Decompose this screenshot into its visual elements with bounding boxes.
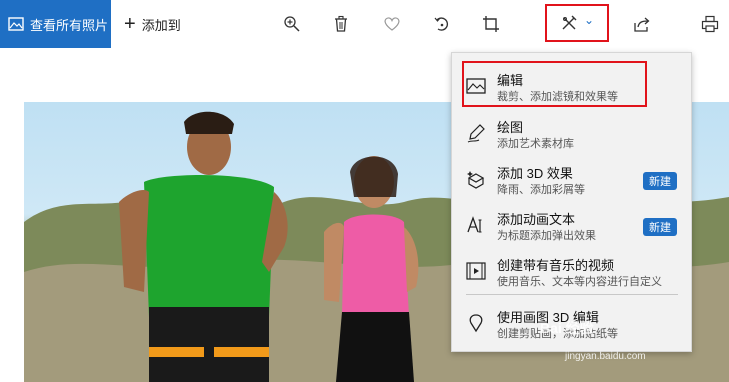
share-button[interactable] [630, 12, 654, 36]
video-icon [466, 262, 486, 280]
rotate-button[interactable] [430, 12, 454, 36]
menu-item-title: 添加动画文本 [497, 212, 576, 227]
edit-item-highlight [462, 61, 647, 107]
pen-icon [467, 124, 485, 143]
add-to-button[interactable]: + 添加到 [124, 12, 181, 36]
zoom-in-button[interactable] [280, 12, 304, 36]
chevron-down-icon: ⌄ [583, 13, 595, 27]
menu-item-animated-text[interactable]: 添加动画文本 为标题添加弹出效果 新建 [452, 205, 691, 249]
watermark-logo: Bai 经验 [540, 320, 594, 336]
menu-item-draw[interactable]: 绘图 添加艺术素材库 [452, 113, 691, 157]
menu-item-title: 绘图 [497, 120, 524, 135]
new-badge: 新建 [643, 218, 677, 236]
menu-item-title: 创建带有音乐的视频 [497, 258, 615, 273]
menu-item-subtitle: 添加艺术素材库 [497, 138, 574, 150]
new-badge: 新建 [643, 172, 677, 190]
crop-icon [483, 16, 499, 32]
share-icon [634, 17, 650, 32]
delete-button[interactable] [329, 12, 353, 36]
edit-create-button[interactable]: ⌄ [545, 4, 609, 42]
menu-divider [466, 294, 678, 295]
photos-icon [8, 17, 24, 31]
rotate-icon [434, 17, 449, 31]
menu-item-video-with-music[interactable]: 创建带有音乐的视频 使用音乐、文本等内容进行自定义 [452, 251, 691, 295]
paint-3d-icon [469, 314, 483, 333]
heart-icon [384, 17, 400, 31]
watermark-url: jingyan.baidu.com [565, 351, 646, 362]
menu-item-subtitle: 为标题添加弹出效果 [497, 230, 596, 242]
see-all-photos-label: 查看所有照片 [30, 17, 109, 33]
menu-item-title: 添加 3D 效果 [497, 166, 573, 181]
animated-text-icon [467, 216, 482, 233]
see-all-photos-button[interactable]: 查看所有照片 [0, 0, 111, 48]
zoom-in-icon [284, 16, 300, 32]
3d-effects-icon [467, 171, 485, 189]
favorite-button[interactable] [380, 12, 404, 36]
add-to-label: 添加到 [141, 17, 181, 33]
toolbar: 查看所有照片 + 添加到 ⌄ [0, 0, 729, 48]
menu-item-add-3d-effects[interactable]: 添加 3D 效果 降雨、添加彩屑等 新建 [452, 159, 691, 203]
plus-icon: + [124, 13, 136, 35]
print-button[interactable] [698, 12, 722, 36]
crop-button[interactable] [479, 12, 503, 36]
printer-icon [701, 15, 719, 33]
trash-icon [335, 15, 347, 32]
edit-create-icon [562, 15, 577, 30]
menu-item-subtitle: 使用音乐、文本等内容进行自定义 [497, 276, 662, 288]
menu-item-subtitle: 降雨、添加彩屑等 [497, 184, 585, 196]
